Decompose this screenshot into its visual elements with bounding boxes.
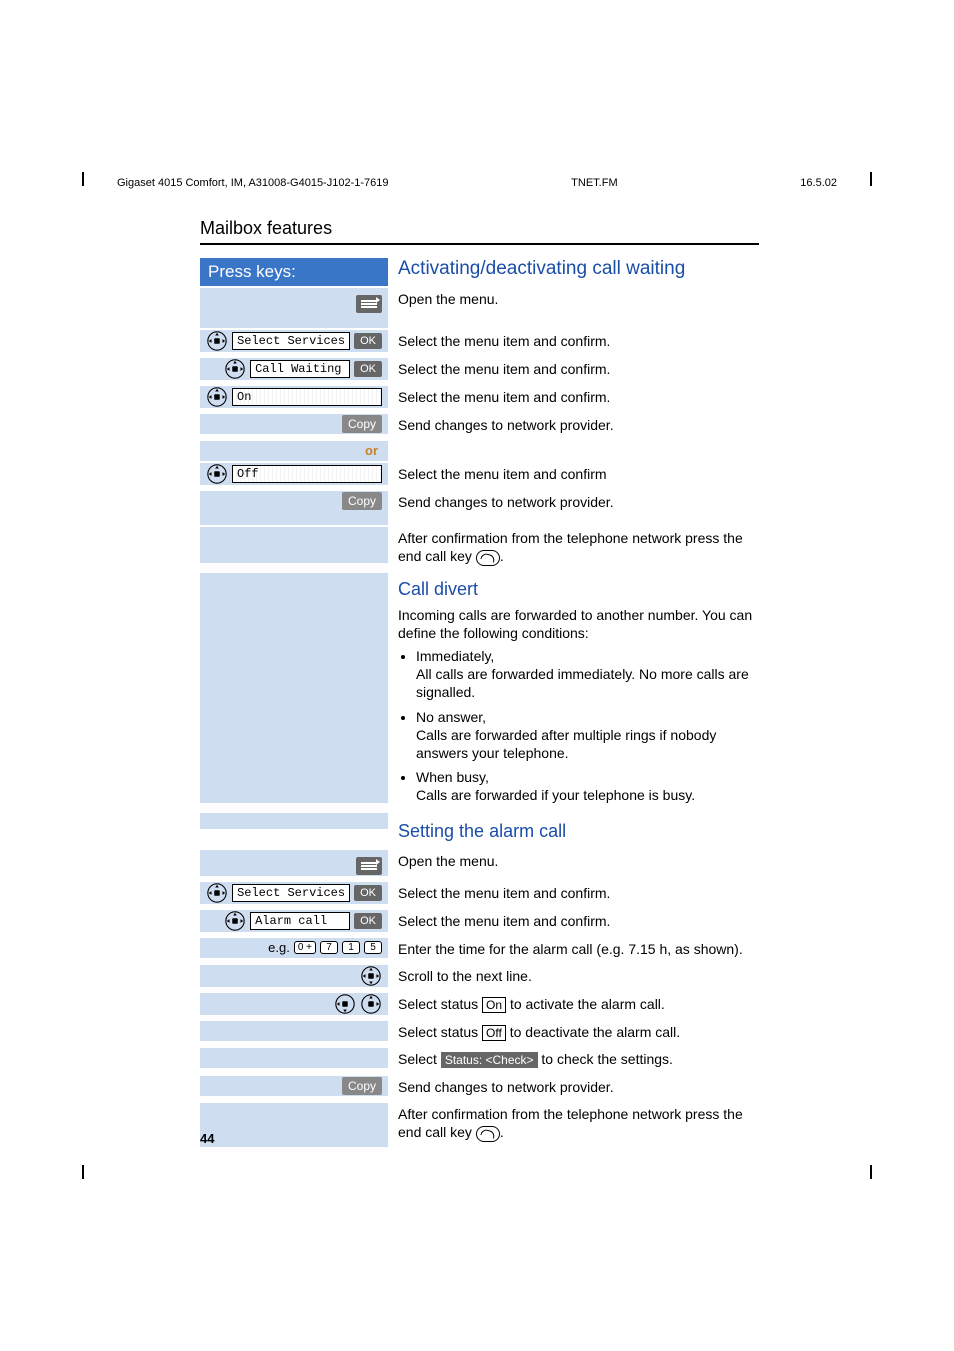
ok-button: OK: [354, 333, 382, 349]
step-send-changes-2: Send changes to network provider.: [398, 493, 759, 511]
alarm-scroll: Scroll to the next line.: [398, 967, 759, 985]
step-open-menu: Open the menu.: [398, 290, 759, 308]
lcd-on: On: [232, 388, 382, 406]
nav-pad-icon: [206, 882, 228, 904]
alarm-send-changes: Send changes to network provider.: [398, 1078, 759, 1096]
ok-button: OK: [354, 361, 382, 377]
alarm-after-confirmation: After confirmation from the telephone ne…: [398, 1105, 759, 1141]
copy-button: Copy: [342, 415, 382, 433]
alarm-select-services: Select the menu item and confirm.: [398, 884, 759, 902]
step-on: Select the menu item and confirm.: [398, 388, 759, 406]
step-send-changes: Send changes to network provider.: [398, 416, 759, 434]
alarm-enter-time: Enter the time for the alarm call (e.g. …: [398, 940, 759, 958]
key-5: 5: [364, 941, 382, 954]
lcd-call-waiting: Call Waiting: [250, 360, 350, 378]
nav-pad-icon: [206, 386, 228, 408]
section-rule: [200, 243, 759, 245]
divert-when-busy: When busy, Calls are forwarded if your t…: [416, 768, 759, 804]
step-off: Select the menu item and confirm: [398, 465, 759, 483]
alarm-select-alarm: Select the menu item and confirm.: [398, 912, 759, 930]
divert-conditions-list: Immediately, All calls are forwarded imm…: [398, 647, 759, 805]
lcd-select-services: Select Services: [232, 332, 350, 350]
nav-pad-icon: [206, 330, 228, 352]
header-mid: TNET.FM: [571, 177, 617, 189]
nav-pad-icon: [224, 358, 246, 380]
alarm-status-on: Select status On to activate the alarm c…: [398, 995, 759, 1014]
key-7: 7: [320, 941, 338, 954]
step-call-waiting: Select the menu item and confirm.: [398, 360, 759, 378]
lcd-select-services-2: Select Services: [232, 884, 350, 902]
end-call-icon: [476, 550, 500, 566]
divert-no-answer: No answer, Calls are forwarded after mul…: [416, 708, 759, 763]
heading-call-divert: Call divert: [398, 579, 759, 600]
menu-icon: [356, 295, 382, 313]
nav-down-icon: [360, 965, 382, 987]
step-select-services: Select the menu item and confirm.: [398, 332, 759, 350]
nav-pad-icon: [224, 910, 246, 932]
after-confirmation: After confirmation from the telephone ne…: [398, 529, 759, 565]
heading-alarm: Setting the alarm call: [398, 821, 759, 842]
key-1: 1: [342, 941, 360, 954]
lcd-alarm-call: Alarm call: [250, 912, 350, 930]
eg-label: e.g.: [268, 940, 290, 955]
ok-button: OK: [354, 885, 382, 901]
copy-button: Copy: [342, 492, 382, 510]
alarm-open-menu: Open the menu.: [398, 852, 759, 870]
heading-call-waiting: Activating/deactivating call waiting: [398, 258, 759, 280]
alarm-status-off: Select status Off to deactivate the alar…: [398, 1023, 759, 1042]
section-title: Mailbox features: [200, 218, 754, 243]
press-keys-banner: Press keys:: [200, 258, 388, 286]
header-right: 16.5.02: [800, 177, 837, 189]
end-call-icon: [476, 1126, 500, 1142]
divert-intro: Incoming calls are forwarded to another …: [398, 606, 759, 642]
running-header: Gigaset 4015 Comfort, IM, A31008-G4015-J…: [117, 177, 837, 189]
alarm-status-check: Select Status: <Check> to check the sett…: [398, 1050, 759, 1069]
menu-icon: [356, 857, 382, 875]
header-left: Gigaset 4015 Comfort, IM, A31008-G4015-J…: [117, 177, 389, 189]
lcd-off: Off: [232, 465, 382, 483]
page-number: 44: [200, 1131, 214, 1146]
copy-button: Copy: [342, 1077, 382, 1095]
ok-button: OK: [354, 913, 382, 929]
nav-pad-icon: [360, 993, 382, 1015]
key-0: 0 +: [294, 941, 316, 954]
divert-immediately: Immediately, All calls are forwarded imm…: [416, 647, 759, 702]
or-label: or: [206, 443, 382, 458]
nav-pad-icon: [334, 993, 356, 1015]
nav-pad-icon: [206, 463, 228, 485]
